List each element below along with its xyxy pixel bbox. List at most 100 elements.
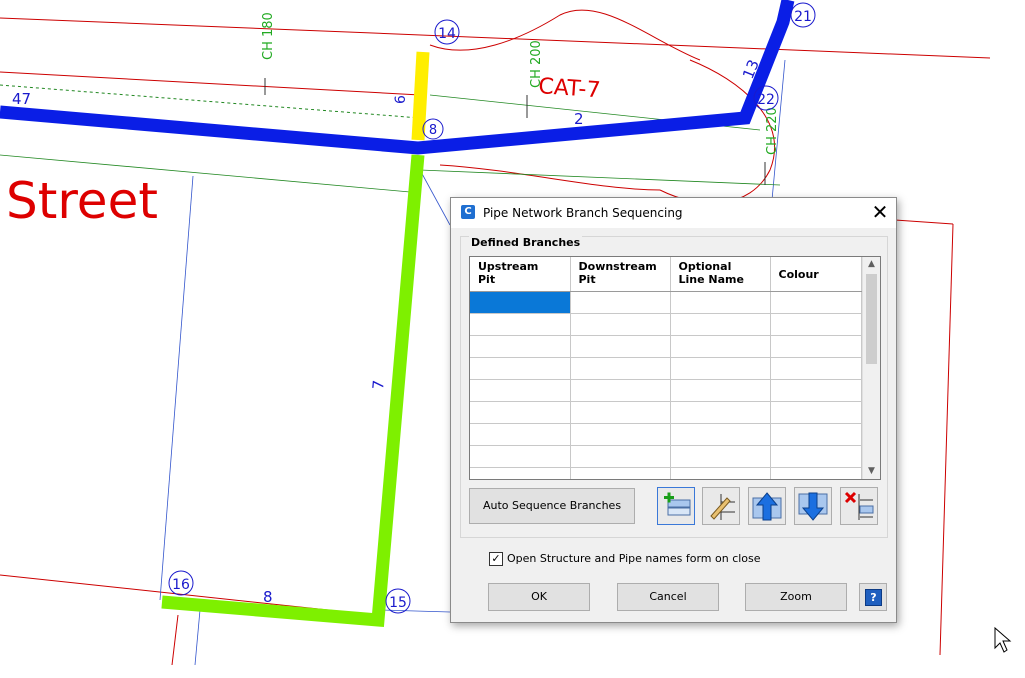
table-row[interactable] [470, 357, 862, 380]
close-icon[interactable]: ✕ [864, 198, 896, 228]
grid-cell[interactable] [570, 357, 671, 380]
pipe-label-8: 8 [263, 588, 273, 606]
svg-text:15: 15 [389, 595, 407, 611]
dialog-title: Pipe Network Branch Sequencing [483, 206, 683, 220]
scroll-up-icon[interactable]: ▲ [863, 257, 880, 272]
chainage-label-180: CH 180 [261, 12, 276, 60]
help-icon: ? [865, 589, 882, 606]
add-branch-button[interactable] [657, 487, 695, 525]
table-row[interactable] [470, 313, 862, 336]
svg-text:8: 8 [429, 123, 437, 138]
pit-marker-16[interactable]: 16 [168, 570, 194, 596]
grid-cell[interactable] [470, 467, 571, 479]
svg-text:21: 21 [794, 9, 812, 25]
grid-scrollbar[interactable]: ▲ ▼ [862, 257, 880, 479]
table-row[interactable] [470, 379, 862, 402]
grid-cell[interactable] [770, 423, 862, 446]
grid-cell[interactable] [670, 335, 771, 358]
grid-cell[interactable] [570, 423, 671, 446]
main-pipe-line[interactable] [0, 0, 795, 155]
grid-cell[interactable] [770, 335, 862, 358]
delete-branch-button[interactable] [840, 487, 878, 525]
svg-text:22: 22 [757, 92, 775, 108]
move-up-icon [752, 492, 782, 521]
grid-cell[interactable] [470, 313, 571, 336]
open-names-form-checkbox[interactable]: ✓ [489, 552, 503, 566]
grid-cell[interactable] [570, 401, 671, 424]
grid-cell[interactable] [770, 379, 862, 402]
pit-marker-8[interactable]: 8 [422, 118, 444, 140]
pit-marker-15[interactable]: 15 [385, 588, 411, 614]
street-label: Street [6, 172, 158, 230]
grid-cell[interactable] [670, 313, 771, 336]
edit-branch-button[interactable] [702, 487, 740, 525]
grid-cell[interactable] [670, 357, 771, 380]
pit-marker-14[interactable]: 14 [434, 19, 460, 45]
grid-cell[interactable] [670, 445, 771, 468]
grid-cell[interactable] [570, 467, 671, 479]
grid-cell[interactable] [470, 423, 571, 446]
grid-cell[interactable] [670, 291, 771, 314]
cancel-button[interactable]: Cancel [617, 583, 719, 611]
dialog-titlebar[interactable]: C Pipe Network Branch Sequencing ✕ [451, 198, 896, 228]
scroll-thumb[interactable] [866, 274, 877, 364]
chainage-label-200: CH 200 [529, 40, 544, 88]
mouse-cursor-icon [994, 626, 1012, 653]
catchment-label: CAT-7 [538, 74, 602, 103]
table-row[interactable] [470, 401, 862, 424]
grid-cell[interactable] [770, 467, 862, 479]
grid-cell[interactable] [470, 379, 571, 402]
ok-button[interactable]: OK [488, 583, 590, 611]
open-names-form-label[interactable]: Open Structure and Pipe names form on cl… [507, 552, 761, 565]
grid-cell[interactable] [770, 313, 862, 336]
grid-cell[interactable] [470, 291, 571, 314]
grid-cell[interactable] [570, 379, 671, 402]
grid-cell[interactable] [570, 291, 671, 314]
table-row[interactable] [470, 291, 862, 314]
svg-text:14: 14 [438, 26, 456, 42]
grid-cell[interactable] [770, 291, 862, 314]
grid-cell[interactable] [770, 357, 862, 380]
auto-sequence-branches-button[interactable]: Auto Sequence Branches [469, 488, 635, 524]
move-up-button[interactable] [748, 487, 786, 525]
column-header-downstream-pit[interactable]: Downstream Pit [570, 257, 671, 292]
grid-cell[interactable] [570, 445, 671, 468]
grid-cell[interactable] [670, 467, 771, 479]
table-row[interactable] [470, 335, 862, 358]
grid-cell[interactable] [670, 379, 771, 402]
grid-header-row: Upstream Pit Downstream Pit Optional Line N… [470, 257, 862, 292]
column-header-line-name[interactable]: Optional Line Name [670, 257, 771, 292]
grid-cell[interactable] [570, 335, 671, 358]
table-row[interactable] [470, 467, 862, 479]
delete-branch-icon [844, 491, 874, 520]
column-header-upstream-pit[interactable]: Upstream Pit [470, 257, 571, 292]
pipe-label-2: 2 [574, 110, 584, 128]
branch-sequencing-dialog: C Pipe Network Branch Sequencing ✕ Defin… [450, 197, 897, 623]
add-branch-icon [664, 492, 691, 516]
short-pipe-6[interactable] [411, 51, 430, 141]
svg-text:16: 16 [172, 577, 190, 593]
scroll-down-icon[interactable]: ▼ [863, 464, 880, 479]
grid-cell[interactable] [470, 357, 571, 380]
grid-cell[interactable] [770, 445, 862, 468]
grid-cell[interactable] [670, 401, 771, 424]
move-down-button[interactable] [794, 487, 832, 525]
grid-body [470, 291, 862, 479]
branches-grid[interactable]: Upstream Pit Downstream Pit Optional Line N… [469, 256, 881, 480]
grid-cell[interactable] [470, 401, 571, 424]
pipe-label-47: 47 [12, 90, 31, 108]
table-row[interactable] [470, 445, 862, 468]
grid-cell[interactable] [770, 401, 862, 424]
grid-cell[interactable] [470, 335, 571, 358]
column-header-colour[interactable]: Colour [770, 257, 862, 292]
move-down-icon [798, 492, 828, 521]
zoom-button[interactable]: Zoom [745, 583, 847, 611]
pit-marker-22[interactable]: 22 [753, 85, 779, 111]
pit-marker-21[interactable]: 21 [790, 2, 816, 28]
help-button[interactable]: ? [859, 583, 887, 611]
grid-cell[interactable] [570, 313, 671, 336]
app-icon: C [461, 205, 475, 219]
grid-cell[interactable] [470, 445, 571, 468]
table-row[interactable] [470, 423, 862, 446]
grid-cell[interactable] [670, 423, 771, 446]
